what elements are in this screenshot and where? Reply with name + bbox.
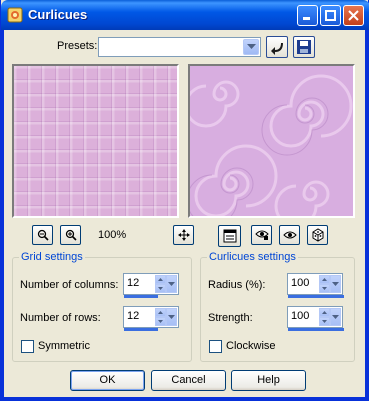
radius-up-button[interactable] bbox=[319, 275, 330, 284]
arrow-up-icon bbox=[158, 311, 163, 314]
strength-label: Strength: bbox=[208, 312, 253, 324]
window-border-left bbox=[1, 30, 4, 401]
radius-dropdown-button[interactable] bbox=[330, 275, 341, 293]
presets-dropdown[interactable] bbox=[98, 37, 261, 57]
arrow-down-icon bbox=[158, 320, 163, 323]
columns-value: 12 bbox=[127, 277, 140, 289]
eye-lock-icon bbox=[254, 230, 269, 240]
zoom-out-button[interactable] bbox=[32, 225, 53, 245]
presets-label: Presets: bbox=[57, 40, 98, 52]
help-button[interactable]: Help bbox=[231, 370, 306, 391]
arrow-up-icon bbox=[322, 278, 327, 281]
eye-icon bbox=[282, 231, 297, 239]
columns-spinner[interactable]: 12 bbox=[123, 273, 179, 298]
ok-button[interactable]: OK bbox=[70, 370, 145, 391]
dialog-window: Curlicues Presets: 100% Grid settings Nu… bbox=[0, 0, 369, 401]
rows-dropdown-button[interactable] bbox=[166, 308, 177, 326]
chevron-down-icon bbox=[332, 315, 339, 319]
pan-button[interactable] bbox=[173, 225, 194, 245]
preview-toggle-icon bbox=[223, 229, 236, 243]
clockwise-checkbox[interactable] bbox=[209, 340, 222, 353]
columns-label: Number of columns: bbox=[20, 279, 119, 291]
toggle-preview-button[interactable] bbox=[218, 225, 241, 247]
arrow-down-icon bbox=[322, 287, 327, 290]
app-icon bbox=[7, 7, 23, 23]
cancel-button[interactable]: Cancel bbox=[151, 370, 226, 391]
clockwise-label[interactable]: Clockwise bbox=[226, 340, 276, 352]
strength-down-button[interactable] bbox=[319, 317, 330, 326]
symmetric-label[interactable]: Symmetric bbox=[38, 340, 90, 352]
strength-slider-bar[interactable] bbox=[288, 328, 344, 331]
curlicues-settings-group: Curlicues settings Radius (%): 100 Stren… bbox=[200, 251, 355, 362]
minimize-button[interactable] bbox=[297, 5, 318, 26]
rows-up-button[interactable] bbox=[155, 308, 166, 317]
strength-up-button[interactable] bbox=[319, 308, 330, 317]
maximize-button[interactable] bbox=[320, 5, 341, 26]
curlicues-texture bbox=[190, 74, 353, 216]
chevron-down-icon bbox=[168, 282, 175, 286]
title-bar[interactable]: Curlicues bbox=[1, 0, 369, 30]
radius-spinner[interactable]: 100 bbox=[287, 273, 344, 298]
maximize-icon bbox=[325, 10, 336, 21]
chevron-down-icon bbox=[168, 315, 175, 319]
curlicues-settings-title: Curlicues settings bbox=[207, 251, 298, 263]
window-border-right bbox=[365, 30, 368, 401]
grid-settings-title: Grid settings bbox=[19, 251, 85, 263]
close-button[interactable] bbox=[343, 5, 364, 26]
zoom-level: 100% bbox=[98, 229, 127, 241]
reset-arrow-icon bbox=[271, 43, 283, 55]
close-icon bbox=[348, 10, 359, 21]
dice-icon bbox=[312, 228, 323, 242]
symmetric-checkbox[interactable] bbox=[21, 340, 34, 353]
presets-dropdown-arrow[interactable] bbox=[243, 39, 259, 55]
strength-value: 100 bbox=[291, 310, 310, 322]
move-arrows-icon bbox=[177, 229, 190, 241]
radius-value: 100 bbox=[291, 277, 310, 289]
randomize-button[interactable] bbox=[307, 225, 328, 245]
rows-down-button[interactable] bbox=[155, 317, 166, 326]
proof-button[interactable] bbox=[251, 225, 272, 245]
window-border-bottom bbox=[1, 397, 369, 400]
arrow-down-icon bbox=[158, 287, 163, 290]
arrow-up-icon bbox=[322, 311, 327, 314]
zoom-out-icon bbox=[37, 229, 49, 241]
window-title: Curlicues bbox=[28, 7, 88, 22]
columns-dropdown-button[interactable] bbox=[166, 275, 177, 293]
rows-slider-bar[interactable] bbox=[124, 328, 158, 331]
arrow-up-icon bbox=[158, 278, 163, 281]
rows-value: 12 bbox=[127, 310, 140, 322]
columns-slider-bar[interactable] bbox=[124, 295, 158, 298]
save-preset-button[interactable] bbox=[293, 36, 315, 58]
chevron-down-icon bbox=[332, 282, 339, 286]
result-preview[interactable] bbox=[188, 64, 355, 218]
strength-dropdown-button[interactable] bbox=[330, 308, 341, 326]
radius-slider-bar[interactable] bbox=[288, 295, 344, 298]
columns-up-button[interactable] bbox=[155, 275, 166, 284]
radius-down-button[interactable] bbox=[319, 284, 330, 293]
arrow-down-icon bbox=[322, 320, 327, 323]
grid-settings-group: Grid settings Number of columns: 12 Numb… bbox=[12, 251, 192, 362]
zoom-in-button[interactable] bbox=[60, 225, 81, 245]
minimize-icon bbox=[303, 17, 310, 20]
floppy-disk-icon bbox=[297, 40, 311, 54]
rows-label: Number of rows: bbox=[20, 312, 101, 324]
auto-proof-button[interactable] bbox=[279, 225, 300, 245]
zoom-in-icon bbox=[65, 229, 77, 241]
rows-spinner[interactable]: 12 bbox=[123, 306, 179, 331]
original-preview[interactable] bbox=[12, 64, 179, 218]
radius-label: Radius (%): bbox=[208, 279, 266, 291]
reset-preset-button[interactable] bbox=[266, 36, 288, 58]
columns-down-button[interactable] bbox=[155, 284, 166, 293]
strength-spinner[interactable]: 100 bbox=[287, 306, 344, 331]
chevron-down-icon bbox=[246, 44, 256, 49]
